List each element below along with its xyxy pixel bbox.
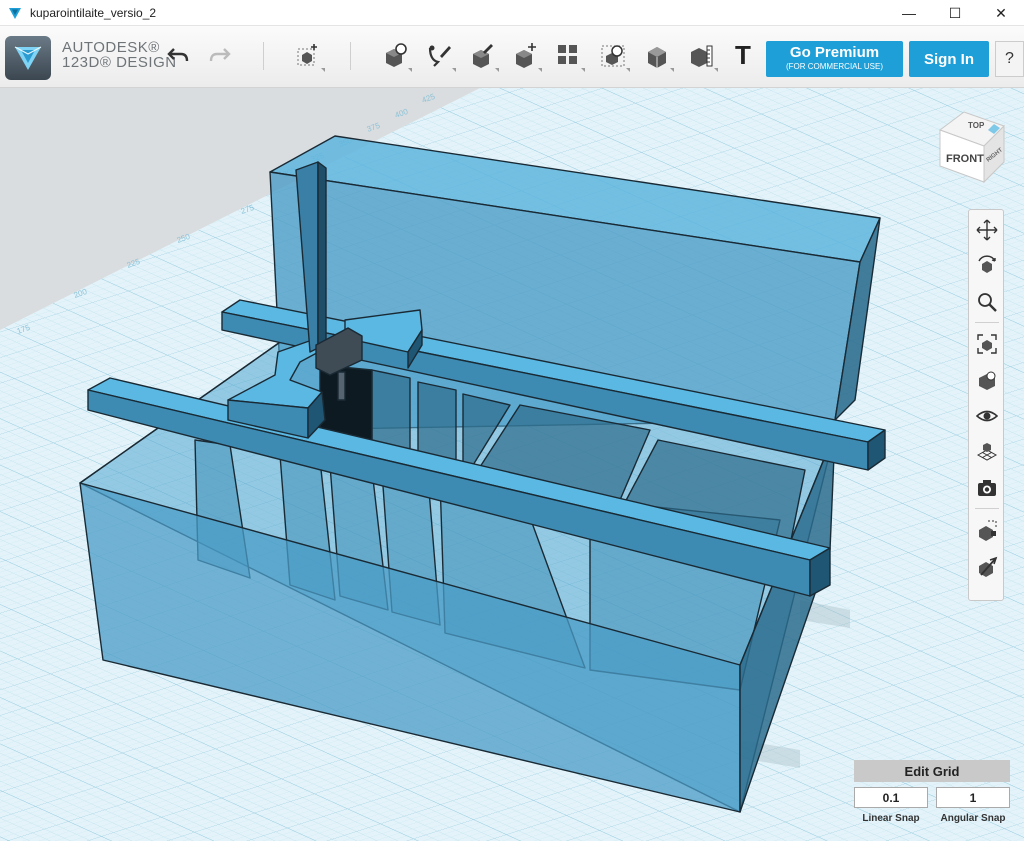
linear-snap-label: Linear Snap (862, 813, 920, 824)
scene-canvas[interactable]: 425 400 375 350 325 300 275 250 225 200 … (0, 88, 1024, 841)
modify-icon[interactable] (467, 40, 499, 72)
grid-label: 425 (421, 92, 437, 105)
brand-line2: 123D® DESIGN (62, 54, 177, 71)
view-cube[interactable]: TOP FRONT RIGHT (934, 108, 1008, 184)
sign-in-button[interactable]: Sign In (909, 41, 989, 77)
grid-view-icon[interactable] (973, 438, 1001, 466)
window-title: kuparointilaite_versio_2 (30, 5, 157, 20)
text-tool-glyph: T (735, 39, 751, 70)
toolbar-separator (350, 42, 351, 70)
viewcube-top-label: TOP (968, 121, 985, 130)
zoom-icon[interactable] (973, 288, 1001, 316)
camera-icon[interactable] (973, 474, 1001, 502)
edit-grid-panel: Edit Grid 0.1 1 Linear Snap Angular Snap (854, 760, 1010, 830)
app-icon (8, 5, 24, 21)
primitives-icon[interactable] (293, 40, 325, 72)
grid-label: 375 (366, 121, 382, 134)
fit-icon[interactable] (973, 330, 1001, 358)
visibility-icon[interactable] (973, 402, 1001, 430)
redo-icon[interactable] (205, 40, 235, 70)
go-premium-button[interactable]: Go Premium (FOR COMMERCIAL USE) (766, 41, 903, 77)
maximize-button[interactable]: ☐ (932, 0, 978, 26)
combine-icon[interactable] (642, 40, 674, 72)
grid-label: 400 (394, 107, 410, 120)
angular-snap-field[interactable]: 1 (936, 787, 1010, 808)
brand-line1: AUTODESK® (62, 39, 160, 56)
orbit-icon[interactable] (973, 252, 1001, 280)
measure-icon[interactable] (686, 40, 718, 72)
main-toolbar: AUTODESK® 123D® DESIGN T Go Premium (FOR… (0, 26, 1024, 88)
materials-outline-icon[interactable] (973, 516, 1001, 544)
grouping-icon[interactable] (598, 40, 630, 72)
angular-snap-label: Angular Snap (940, 813, 1006, 824)
help-button[interactable]: ? (995, 41, 1024, 77)
viewcube-front-label: FRONT (946, 153, 984, 165)
view-solid-icon[interactable] (973, 366, 1001, 394)
undo-icon[interactable] (163, 40, 193, 70)
edit-grid-button[interactable]: Edit Grid (854, 760, 1010, 782)
pan-icon[interactable] (973, 216, 1001, 244)
navigation-bar (968, 209, 1004, 601)
sketch-icon[interactable] (380, 40, 412, 72)
close-button[interactable]: ✕ (978, 0, 1024, 26)
move-icon[interactable] (510, 40, 542, 72)
premium-sublabel: (FOR COMMERCIAL USE) (785, 62, 884, 71)
construct-icon[interactable] (424, 40, 456, 72)
title-bar: kuparointilaite_versio_2 — ☐ ✕ (0, 0, 1024, 26)
minimize-button[interactable]: — (886, 0, 932, 26)
toolbar-separator (263, 42, 264, 70)
snap-icon[interactable] (973, 552, 1001, 580)
text-icon[interactable]: T (728, 40, 758, 70)
app-logo[interactable] (5, 36, 51, 80)
premium-label: Go Premium (789, 44, 880, 61)
pattern-icon[interactable] (553, 40, 585, 72)
brand: AUTODESK® 123D® DESIGN (62, 40, 177, 70)
linear-snap-field[interactable]: 0.1 (854, 787, 928, 808)
3d-viewport[interactable]: 425 400 375 350 325 300 275 250 225 200 … (0, 88, 1024, 841)
